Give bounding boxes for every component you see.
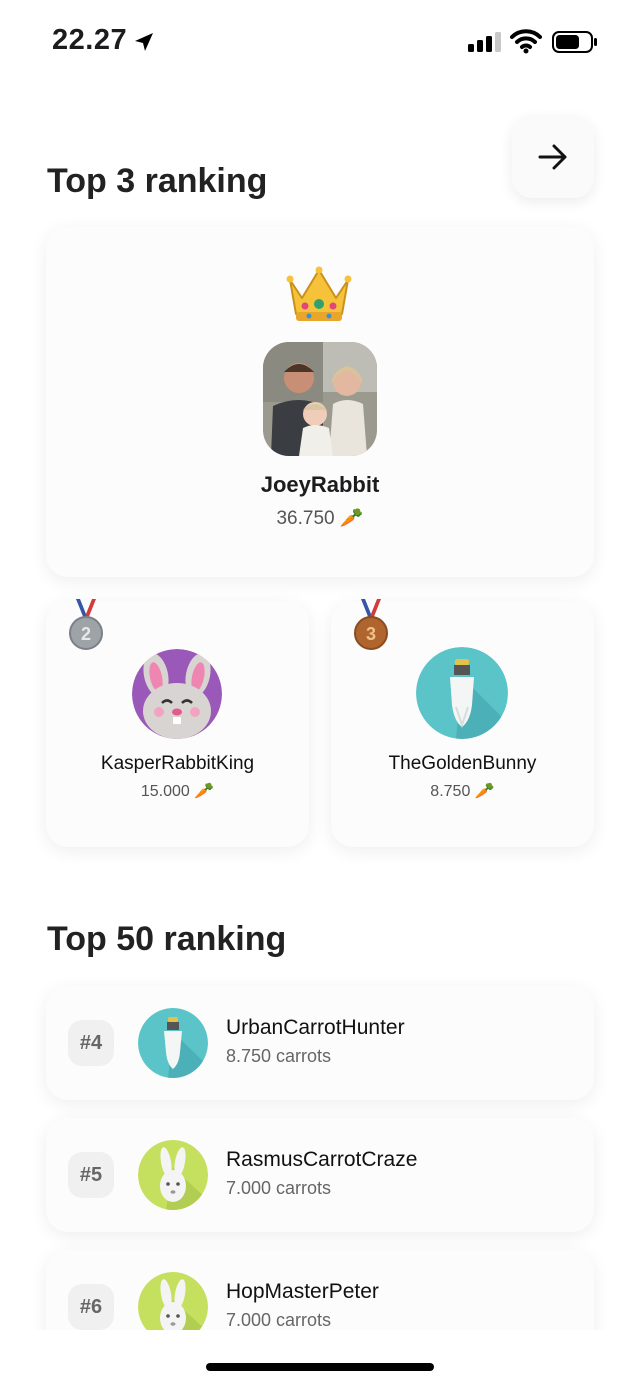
second-place-score: 15.000 🥕 [140, 783, 215, 800]
player-avatar [138, 1140, 208, 1210]
second-place-card[interactable]: 2 KasperRabbitKing 15.000 🥕 [46, 599, 309, 847]
battery-icon [552, 31, 597, 53]
top3-title: Top 3 ranking [47, 162, 268, 200]
second-place-avatar [132, 649, 222, 739]
bronze-medal-icon: 3 [354, 599, 388, 650]
status-bar: 22.27 [0, 0, 640, 88]
ranking-row[interactable]: #5 RasmusCarrotCraze 7.000 carrots [46, 1118, 594, 1232]
second-place-medal-number: 2 [81, 624, 91, 644]
crown-icon [286, 266, 352, 321]
ghost-lantern-icon [416, 647, 508, 739]
rank-badge: #6 [68, 1284, 114, 1330]
wifi-icon [510, 29, 542, 54]
status-time: 22.27 [52, 24, 128, 56]
third-place-name: TheGoldenBunny [388, 753, 537, 774]
family-photo [263, 342, 377, 456]
top50-title: Top 50 ranking [47, 920, 287, 958]
player-name: UrbanCarrotHunter [226, 1016, 405, 1039]
home-indicator[interactable] [206, 1363, 434, 1371]
bottom-safe-area [0, 1330, 640, 1385]
player-carrots: 7.000 carrots [226, 1178, 332, 1198]
ranking-row[interactable]: #4 UrbanCarrotHunter 8.750 carrots [46, 986, 594, 1100]
second-place-name: KasperRabbitKing [100, 753, 255, 774]
silver-medal-icon: 2 [69, 599, 103, 650]
first-place-score: 36.750 🥕 [276, 508, 364, 529]
third-place-medal-number: 3 [366, 624, 376, 644]
arrow-right-icon [538, 144, 567, 170]
next-button[interactable] [512, 116, 594, 198]
first-place-avatar [263, 342, 377, 456]
bunny-face-icon [132, 649, 222, 739]
rank-badge: #4 [68, 1020, 114, 1066]
location-arrow-icon [135, 33, 153, 51]
first-place-name: JoeyRabbit [260, 472, 380, 497]
signal-icon [468, 32, 501, 52]
white-rabbit-icon [138, 1140, 208, 1210]
player-avatar [138, 1008, 208, 1078]
player-name: HopMasterPeter [226, 1280, 379, 1303]
player-carrots: 8.750 carrots [226, 1046, 332, 1066]
third-place-card[interactable]: 3 TheGoldenBunny 8.750 🥕 [331, 599, 594, 847]
player-name: RasmusCarrotCraze [226, 1148, 418, 1171]
third-place-avatar [416, 647, 508, 739]
third-place-score: 8.750 🥕 [430, 783, 495, 800]
player-carrots: 7.000 carrots [226, 1310, 332, 1330]
rank-badge: #5 [68, 1152, 114, 1198]
ghost-lantern-icon [138, 1008, 208, 1078]
